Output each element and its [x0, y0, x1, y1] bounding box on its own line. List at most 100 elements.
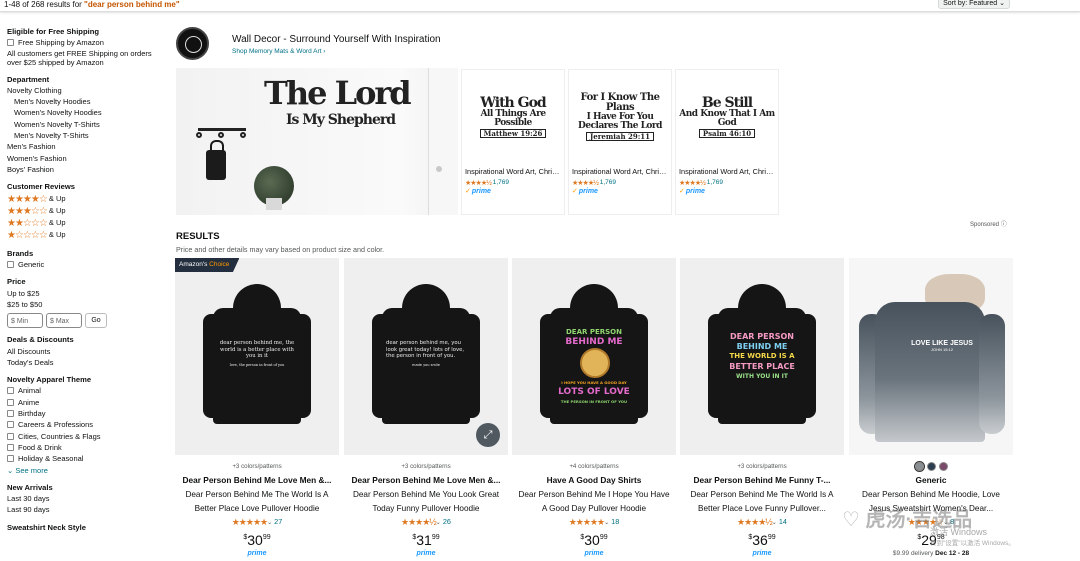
- theme-filter[interactable]: Birthday: [7, 408, 169, 419]
- checkbox[interactable]: [7, 39, 14, 47]
- review-count[interactable]: 27: [274, 517, 282, 526]
- product-image[interactable]: With God All Things Are Possible Matthew…: [462, 70, 564, 163]
- review-filter-4[interactable]: ★★★★☆ & Up: [7, 193, 169, 205]
- department-item[interactable]: Women's Fashion: [7, 153, 169, 164]
- department-item[interactable]: Men's Novelty Hoodies: [7, 96, 169, 107]
- product-brand[interactable]: Generic: [849, 475, 1013, 485]
- brand-shop-link[interactable]: Shop Memory Mats & Word Art ›: [232, 48, 325, 55]
- price-min-input[interactable]: $ Min: [7, 313, 43, 329]
- color-options[interactable]: +3 colors/patterns: [680, 463, 844, 472]
- product-image[interactable]: Amazon's Choice dear person behind me, t…: [175, 258, 339, 455]
- checkbox[interactable]: [7, 443, 14, 451]
- product-card[interactable]: Amazon's Choice dear person behind me, t…: [175, 258, 339, 561]
- chevron-down-icon[interactable]: ⌄: [772, 520, 777, 526]
- delivery-info: $9.99 delivery Dec 12 - 28: [849, 550, 1013, 557]
- product-brand[interactable]: Dear Person Behind Me Love Men &...: [344, 475, 508, 485]
- color-swatch[interactable]: [926, 462, 936, 471]
- price-range[interactable]: Up to $25: [7, 288, 169, 299]
- department-item[interactable]: Women's Novelty T-Shirts: [7, 119, 169, 130]
- department-item[interactable]: Women's Novelty Hoodies: [7, 107, 169, 118]
- print-text: LOVE LIKE JESUS: [911, 340, 973, 347]
- price-range[interactable]: $25 to $50: [7, 299, 169, 310]
- theme-filter[interactable]: Animal: [7, 385, 169, 396]
- sort-dropdown[interactable]: Sort by: Featured ⌄: [938, 0, 1010, 9]
- review-count[interactable]: 26: [443, 517, 451, 526]
- review-count[interactable]: 1,769: [493, 179, 509, 186]
- brand-hero-image[interactable]: The Lord Is My Shepherd: [176, 68, 458, 215]
- review-filter-2[interactable]: ★★☆☆☆ & Up: [7, 217, 169, 229]
- product-title[interactable]: Dear Person Behind Me You Look Great Tod…: [344, 488, 508, 515]
- chevron-down-icon[interactable]: ⌄: [267, 520, 272, 526]
- brand-label: Generic: [18, 260, 45, 270]
- price-max-input[interactable]: $ Max: [46, 313, 82, 329]
- see-more-link[interactable]: ⌄ See more: [7, 465, 169, 476]
- sweatshirt-print: LOVE LIKE JESUS JOHN 15:12: [907, 340, 977, 352]
- hook-icon: [218, 132, 224, 138]
- checkbox[interactable]: [7, 432, 14, 440]
- product-brand[interactable]: Dear Person Behind Me Funny T-...: [680, 475, 844, 485]
- color-swatch[interactable]: [913, 461, 925, 472]
- product-title[interactable]: Dear Person Behind Me The World Is A Bet…: [680, 488, 844, 515]
- arrival-item[interactable]: Last 30 days: [7, 493, 169, 504]
- theme-filter[interactable]: Holiday & Seasonal: [7, 453, 169, 464]
- image-zoom-icon[interactable]: ⤢: [476, 423, 500, 447]
- product-image[interactable]: LOVE LIKE JESUS JOHN 15:12: [849, 258, 1013, 455]
- price-go-button[interactable]: Go: [85, 313, 107, 329]
- sponsored-product-card[interactable]: For I Know The Plans I Have For You Decl…: [568, 69, 672, 215]
- theme-filter[interactable]: Food & Drink: [7, 442, 169, 453]
- free-shipping-filter[interactable]: Free Shipping by Amazon: [7, 37, 169, 48]
- checkbox[interactable]: [7, 387, 14, 395]
- department-item[interactable]: Men's Fashion: [7, 141, 169, 152]
- theme-filter[interactable]: Careers & Professions: [7, 419, 169, 430]
- product-brand[interactable]: Dear Person Behind Me Love Men &...: [175, 475, 339, 485]
- product-card[interactable]: dear person behind me, you look great to…: [344, 258, 508, 561]
- product-image[interactable]: For I Know The Plans I Have For You Decl…: [569, 70, 671, 163]
- product-image[interactable]: Be Still And Know That I Am God Psalm 46…: [676, 70, 778, 163]
- theme-filter[interactable]: Cities, Countries & Flags: [7, 431, 169, 442]
- color-options[interactable]: +3 colors/patterns: [175, 463, 339, 472]
- color-options[interactable]: +3 colors/patterns: [344, 463, 508, 472]
- department-item[interactable]: Novelty Clothing: [7, 85, 169, 96]
- chevron-down-icon[interactable]: ⌄: [436, 520, 441, 526]
- checkbox[interactable]: [7, 455, 14, 463]
- chevron-down-icon[interactable]: ⌄: [604, 520, 609, 526]
- product-card[interactable]: DEAR PERSON BEHIND ME I HOPE YOU HAVE A …: [512, 258, 676, 561]
- color-swatches[interactable]: [849, 461, 1013, 472]
- product-image[interactable]: dear person behind me, you look great to…: [344, 258, 508, 455]
- brand-filter[interactable]: Generic: [7, 259, 169, 270]
- review-count[interactable]: 14: [779, 517, 787, 526]
- door-decor: [428, 68, 458, 215]
- theme-filter[interactable]: Anime: [7, 397, 169, 408]
- checkbox[interactable]: [7, 261, 14, 269]
- deal-item[interactable]: All Discounts: [7, 346, 169, 357]
- department-item[interactable]: Boys' Fashion: [7, 164, 169, 175]
- review-filter-1[interactable]: ★☆☆☆☆ & Up: [7, 229, 169, 241]
- review-count[interactable]: 18: [611, 517, 619, 526]
- brand-title[interactable]: Wall Decor - Surround Yourself With Insp…: [232, 34, 441, 45]
- product-title[interactable]: Inspirational Word Art, Christian Faith …: [676, 163, 778, 177]
- color-swatch[interactable]: [938, 462, 948, 471]
- sponsored-product-card[interactable]: Be Still And Know That I Am God Psalm 46…: [675, 69, 779, 215]
- sponsored-label[interactable]: Sponsored ⓘ: [970, 219, 1007, 228]
- deal-item[interactable]: Today's Deals: [7, 357, 169, 368]
- brand-logo[interactable]: [176, 27, 209, 60]
- checkbox[interactable]: [7, 410, 14, 418]
- color-options[interactable]: +4 colors/patterns: [512, 463, 676, 472]
- product-brand[interactable]: Have A Good Day Shirts: [512, 475, 676, 485]
- sponsored-product-card[interactable]: With God All Things Are Possible Matthew…: [461, 69, 565, 215]
- product-card[interactable]: DEAR PERSON BEHIND ME THE WORLD IS A BET…: [680, 258, 844, 561]
- checkbox[interactable]: [7, 421, 14, 429]
- product-image[interactable]: DEAR PERSON BEHIND ME THE WORLD IS A BET…: [680, 258, 844, 455]
- product-title[interactable]: Inspirational Word Art, Christian Faith …: [569, 163, 671, 177]
- review-count[interactable]: 1,769: [707, 179, 723, 186]
- product-title[interactable]: Dear Person Behind Me The World Is A Bet…: [175, 488, 339, 515]
- sponsored-brand-header[interactable]: Wall Decor - Surround Yourself With Insp…: [176, 27, 1016, 65]
- product-image[interactable]: DEAR PERSON BEHIND ME I HOPE YOU HAVE A …: [512, 258, 676, 455]
- review-count[interactable]: 1,769: [600, 179, 616, 186]
- department-item[interactable]: Men's Novelty T-Shirts: [7, 130, 169, 141]
- review-filter-3[interactable]: ★★★☆☆ & Up: [7, 205, 169, 217]
- product-title[interactable]: Dear Person Behind Me I Hope You Have A …: [512, 488, 676, 515]
- arrival-item[interactable]: Last 90 days: [7, 504, 169, 515]
- product-title[interactable]: Inspirational Word Art, Christian Faith …: [462, 163, 564, 177]
- checkbox[interactable]: [7, 398, 14, 406]
